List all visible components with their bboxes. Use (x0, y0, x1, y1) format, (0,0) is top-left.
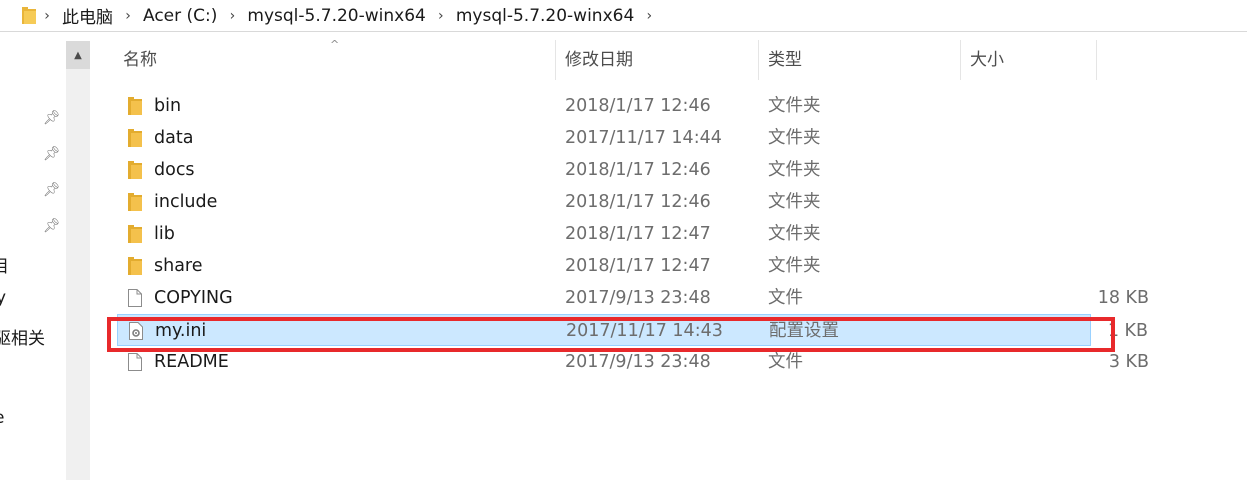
file-size (1029, 186, 1149, 218)
folder-icon (128, 193, 142, 211)
chevron-right-icon[interactable]: › (36, 8, 58, 24)
file-type: 文件 (768, 352, 803, 372)
file-modified-date: 2017/9/13 23:48 (565, 352, 711, 372)
column-header-size[interactable]: 大小 (970, 40, 1004, 80)
file-name: docs (154, 160, 195, 180)
breadcrumb-mysql-current[interactable]: mysql-5.7.20-winx64 (452, 6, 638, 26)
file-modified-date: 2018/1/17 12:47 (565, 256, 711, 276)
column-header-row: ^ 名称 修改日期 类型 大小 (90, 38, 1247, 80)
file-type: 文件夹 (768, 128, 821, 148)
file-size (1029, 218, 1149, 250)
file-size (1029, 250, 1149, 282)
file-name: bin (154, 96, 182, 116)
file-type: 文件 (768, 288, 803, 308)
column-header-date[interactable]: 修改日期 (565, 40, 633, 80)
nav-item[interactable]: 驱相关 (0, 324, 45, 349)
file-type: 文件夹 (768, 224, 821, 244)
file-row[interactable]: lib 2018/1/17 12:47 文件夹 (117, 218, 1091, 250)
file-name: COPYING (154, 288, 233, 308)
nav-item[interactable]: e (0, 408, 4, 428)
file-size (1029, 90, 1149, 122)
column-divider[interactable] (960, 40, 961, 80)
file-row[interactable]: data 2017/11/17 14:44 文件夹 (117, 122, 1091, 154)
nav-scrollbar[interactable]: ▲ (66, 41, 90, 480)
file-type: 文件夹 (768, 192, 821, 212)
column-divider[interactable] (555, 40, 556, 80)
folder-icon (128, 129, 142, 147)
sort-ascending-icon: ^ (330, 38, 340, 51)
column-divider[interactable] (758, 40, 759, 80)
file-modified-date: 2017/11/17 14:44 (565, 128, 722, 148)
column-divider[interactable] (1096, 40, 1097, 80)
chevron-right-icon[interactable]: › (430, 8, 452, 24)
file-row[interactable]: COPYING 2017/9/13 23:48 文件 18 KB (117, 282, 1149, 314)
file-size: 1 KB (1107, 321, 1148, 341)
file-modified-date: 2018/1/17 12:46 (565, 192, 711, 212)
file-row[interactable]: bin 2018/1/17 12:46 文件夹 (117, 90, 1091, 122)
file-modified-date: 2018/1/17 12:46 (565, 96, 711, 116)
folder-icon (128, 257, 142, 275)
folder-icon (128, 97, 142, 115)
breadcrumb-drive-c[interactable]: Acer (C:) (139, 6, 221, 26)
pin-icon[interactable]: 📌︎ (43, 218, 61, 234)
file-row[interactable]: include 2018/1/17 12:46 文件夹 (117, 186, 1091, 218)
settings-file-icon (129, 322, 143, 340)
file-icon (128, 353, 142, 371)
chevron-right-icon[interactable]: › (638, 8, 660, 24)
chevron-right-icon[interactable]: › (117, 8, 139, 24)
breadcrumb-this-pc[interactable]: 此电脑 (58, 3, 117, 28)
file-type: 文件夹 (768, 96, 821, 116)
file-size: 3 KB (1108, 352, 1149, 372)
folder-icon (128, 161, 142, 179)
file-row[interactable]: docs 2018/1/17 12:46 文件夹 (117, 154, 1091, 186)
address-bar[interactable]: › 此电脑 › Acer (C:) › mysql-5.7.20-winx64 … (0, 0, 1247, 32)
file-type: 文件夹 (768, 160, 821, 180)
chevron-right-icon[interactable]: › (221, 8, 243, 24)
file-name: README (154, 352, 229, 372)
file-type: 文件夹 (768, 256, 821, 276)
pin-icon[interactable]: 📌︎ (43, 146, 61, 162)
folder-icon (128, 225, 142, 243)
column-header-type[interactable]: 类型 (768, 40, 802, 80)
file-name: data (154, 128, 194, 148)
file-list: ^ 名称 修改日期 类型 大小 bin 2018/1/17 12:46 文件夹 dat… (90, 32, 1247, 480)
file-modified-date: 2017/9/13 23:48 (565, 288, 711, 308)
file-modified-date: 2018/1/17 12:47 (565, 224, 711, 244)
file-modified-date: 2017/11/17 14:43 (566, 321, 723, 341)
nav-item[interactable]: 目 (0, 252, 9, 277)
navigation-pane: 📌︎ 📌︎ 📌︎ 📌︎ 目 y 驱相关 e (0, 32, 66, 480)
column-header-name[interactable]: 名称 (123, 40, 157, 80)
file-size: 18 KB (1097, 288, 1149, 308)
file-name: include (154, 192, 218, 212)
file-row[interactable]: share 2018/1/17 12:47 文件夹 (117, 250, 1091, 282)
pin-icon[interactable]: 📌︎ (43, 182, 61, 198)
scroll-up-button[interactable]: ▲ (66, 41, 90, 69)
file-name: lib (154, 224, 175, 244)
pin-icon[interactable]: 📌︎ (43, 110, 61, 126)
file-name: my.ini (155, 321, 207, 341)
file-type: 配置设置 (769, 321, 839, 341)
file-size (1029, 154, 1149, 186)
file-modified-date: 2018/1/17 12:46 (565, 160, 711, 180)
folder-icon (22, 7, 36, 24)
file-row[interactable]: README 2017/9/13 23:48 文件 3 KB (117, 346, 1149, 378)
file-size (1029, 122, 1149, 154)
breadcrumb-mysql-parent[interactable]: mysql-5.7.20-winx64 (243, 6, 429, 26)
nav-item[interactable]: y (0, 288, 6, 308)
file-row[interactable]: my.ini 2017/11/17 14:43 配置设置 1 KB (117, 314, 1148, 346)
file-name: share (154, 256, 203, 276)
file-icon (128, 289, 142, 307)
